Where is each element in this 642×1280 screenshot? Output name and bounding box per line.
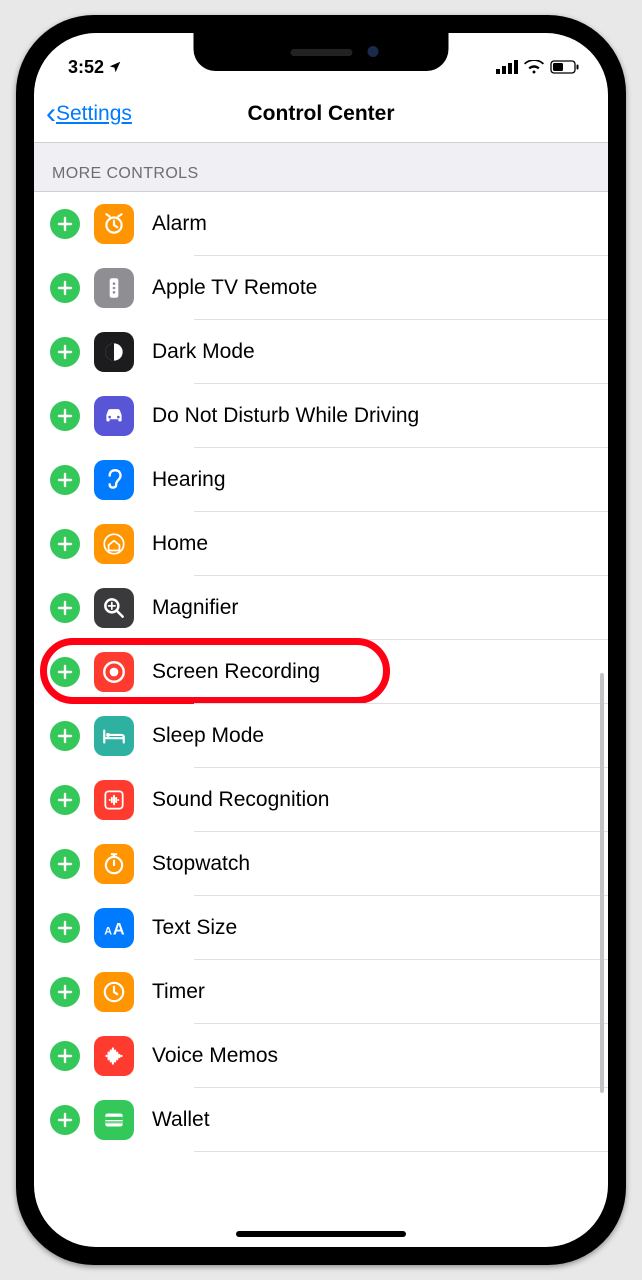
control-label: Alarm [152,212,207,236]
control-row-textsize[interactable]: AA Text Size [34,896,608,960]
add-button[interactable] [50,1105,80,1135]
control-label: Sleep Mode [152,724,264,748]
control-row-stopwatch[interactable]: Stopwatch [34,832,608,896]
section-header: MORE CONTROLS [34,143,608,192]
control-row-home[interactable]: Home [34,512,608,576]
control-row-timer[interactable]: Timer [34,960,608,1024]
notch [194,33,449,71]
add-button[interactable] [50,593,80,623]
add-button[interactable] [50,465,80,495]
control-label: Magnifier [152,596,238,620]
back-button[interactable]: ‹ Settings [46,99,132,129]
remote-icon [94,268,134,308]
control-label: Timer [152,980,205,1004]
control-label: Sound Recognition [152,788,329,812]
add-button[interactable] [50,657,80,687]
controls-list[interactable]: Alarm Apple TV Remote Dark Mode Do Not Dist… [34,192,608,1246]
darkmode-icon [94,332,134,372]
nav-bar: ‹ Settings Control Center [34,85,608,143]
control-row-voice[interactable]: Voice Memos [34,1024,608,1088]
control-label: Wallet [152,1108,210,1132]
add-button[interactable] [50,849,80,879]
svg-text:A: A [113,921,125,939]
phone-frame: 3:52 ‹ Settings [16,15,626,1265]
add-button[interactable] [50,785,80,815]
screen: 3:52 ‹ Settings [34,33,608,1247]
scroll-indicator [600,673,604,1093]
control-label: Screen Recording [152,660,320,684]
cellular-icon [496,60,518,74]
add-button[interactable] [50,1041,80,1071]
back-label: Settings [56,102,132,126]
car-icon [94,396,134,436]
wifi-icon [524,60,544,74]
control-row-remote[interactable]: Apple TV Remote [34,256,608,320]
timer-icon [94,972,134,1012]
sound-icon [94,780,134,820]
record-icon [94,652,134,692]
alarm-icon [94,204,134,244]
control-row-alarm[interactable]: Alarm [34,192,608,256]
wallet-icon [94,1100,134,1140]
control-row-ear[interactable]: Hearing [34,448,608,512]
voice-icon [94,1036,134,1076]
textsize-icon: AA [94,908,134,948]
bed-icon [94,716,134,756]
control-row-car[interactable]: Do Not Disturb While Driving [34,384,608,448]
control-label: Apple TV Remote [152,276,317,300]
magnifier-icon [94,588,134,628]
control-row-magnifier[interactable]: Magnifier [34,576,608,640]
add-button[interactable] [50,273,80,303]
control-row-sound[interactable]: Sound Recognition [34,768,608,832]
add-button[interactable] [50,977,80,1007]
control-row-darkmode[interactable]: Dark Mode [34,320,608,384]
add-button[interactable] [50,913,80,943]
control-row-record[interactable]: Screen Recording [34,640,608,704]
home-icon [94,524,134,564]
ear-icon [94,460,134,500]
control-label: Stopwatch [152,852,250,876]
add-button[interactable] [50,209,80,239]
control-label: Hearing [152,468,226,492]
control-label: Dark Mode [152,340,255,364]
add-button[interactable] [50,337,80,367]
location-icon [108,60,122,74]
add-button[interactable] [50,401,80,431]
control-row-bed[interactable]: Sleep Mode [34,704,608,768]
control-label: Do Not Disturb While Driving [152,404,419,428]
add-button[interactable] [50,721,80,751]
chevron-left-icon: ‹ [46,99,56,129]
control-label: Text Size [152,916,237,940]
add-button[interactable] [50,529,80,559]
control-label: Home [152,532,208,556]
svg-text:A: A [104,926,112,938]
stopwatch-icon [94,844,134,884]
status-time: 3:52 [68,57,104,78]
control-label: Voice Memos [152,1044,278,1068]
control-row-wallet[interactable]: Wallet [34,1088,608,1152]
home-indicator[interactable] [236,1231,406,1237]
battery-icon [550,60,580,74]
